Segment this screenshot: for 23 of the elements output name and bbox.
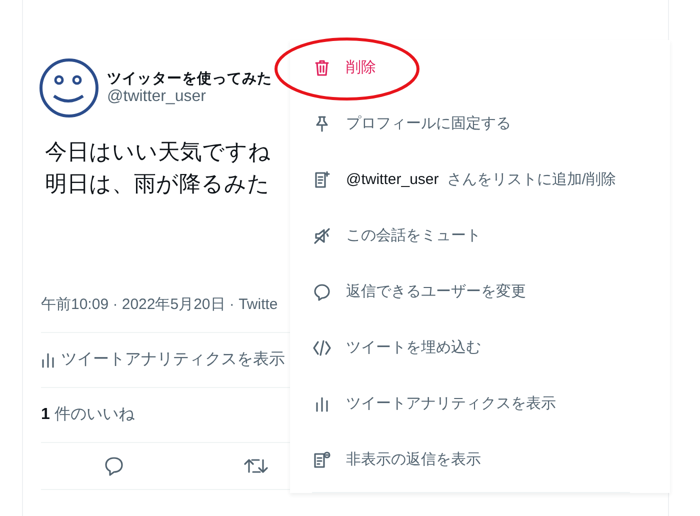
menu-item[interactable]: この会話をミュート [290,208,670,264]
reply-icon[interactable] [103,454,125,476]
hidden-list-icon [312,450,332,470]
muted-speaker-icon [312,226,332,246]
menu-item[interactable]: 削除 [290,40,670,96]
display-name[interactable]: ツイッターを使ってみた [107,70,272,88]
user-handle[interactable]: @twitter_user [107,88,206,106]
bar-chart-icon [41,352,55,368]
speech-bubble-icon [312,282,332,302]
tweet-text: 明日は、雨が降るみた [45,171,270,196]
analytics-link[interactable]: ツイートアナリティクスを表示 [61,348,285,372]
list-add-icon [312,170,332,190]
likes-count[interactable]: 1 件のいいね [41,406,134,422]
menu-item[interactable]: ツイートアナリティクスを表示 [290,376,670,432]
code-icon [312,338,332,358]
menu-item[interactable]: @twitter_user さんをリストに追加/削除 [290,152,670,208]
menu-item[interactable]: ツイートを埋め込む [290,320,670,376]
tweet-text: 今日はいい天気ですね [45,139,271,164]
smiley-avatar-icon [39,58,99,118]
menu-item[interactable]: 非表示の返信を表示 [290,432,670,488]
menu-item[interactable]: プロフィールに固定する [290,96,670,152]
menu-item[interactable]: 返信できるユーザーを変更 [290,264,670,320]
timestamp: 午前10:09 · 2022年5月20日 · Twitte [41,296,278,313]
